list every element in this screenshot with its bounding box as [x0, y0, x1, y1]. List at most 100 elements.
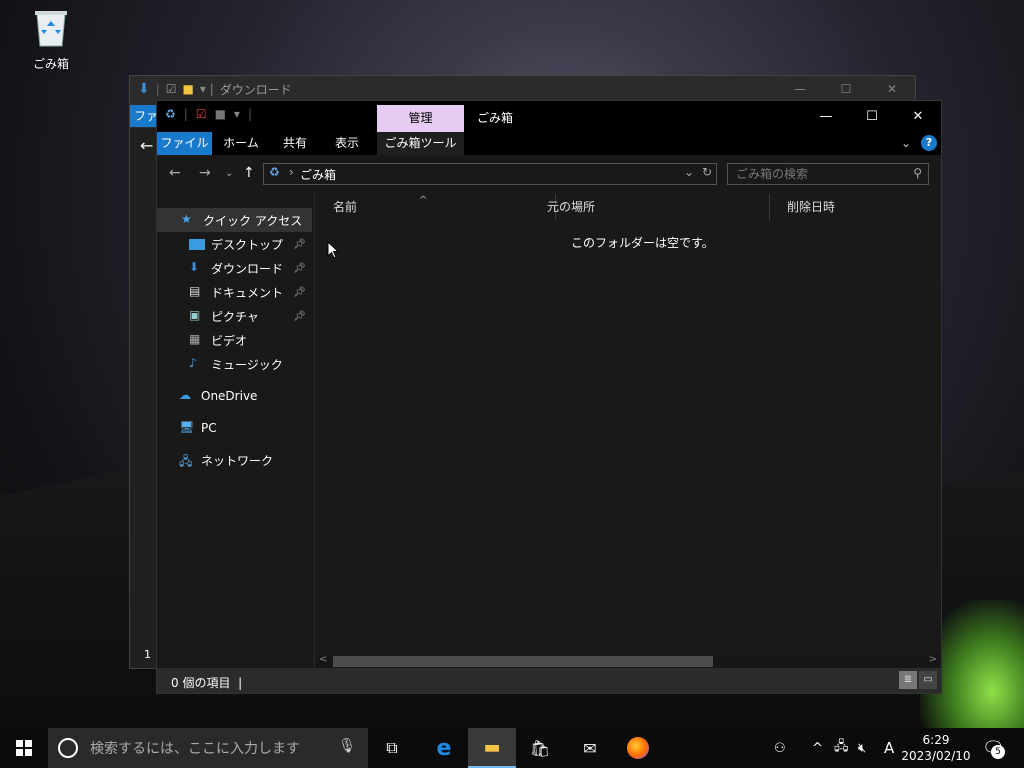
manage-context-tab[interactable]: 管理 [377, 105, 464, 132]
taskbar-mail[interactable]: ✉ [566, 728, 614, 768]
qa-customize-icon[interactable]: ▾ [234, 107, 240, 121]
chevron-up-icon: ^ [812, 740, 823, 756]
empty-folder-message: このフォルダーは空です。 [571, 236, 714, 250]
minimize-button[interactable]: — [803, 101, 849, 132]
taskbar-store[interactable]: 🛍︎ [516, 728, 564, 768]
task-view-button[interactable]: ⧉ [368, 728, 416, 768]
windows-logo-icon [16, 740, 32, 756]
star-icon: ★ [181, 212, 192, 226]
people-button[interactable]: ⚇ [774, 728, 786, 768]
sidebar-item-desktop[interactable]: デスクトップ 📌︎ [157, 232, 312, 256]
recycle-bin-label: ごみ箱 [32, 57, 69, 71]
document-icon: ▤ [189, 284, 201, 298]
back-status-fragment: 1 [144, 648, 151, 661]
download-icon: ⬇ [189, 260, 200, 274]
taskbar-edge[interactable]: e [420, 728, 468, 768]
task-view-icon: ⧉ [386, 738, 398, 757]
sidebar-item-music[interactable]: ♪ ミュージック [157, 352, 312, 376]
network-status[interactable]: 🖧︎ [834, 728, 849, 768]
firefox-icon [627, 737, 649, 759]
microphone-icon[interactable]: 🎙︎ [338, 738, 356, 754]
column-label: 元の場所 [547, 200, 596, 214]
back-icon[interactable]: ← [169, 165, 181, 181]
back-arrow-icon[interactable]: ← [140, 136, 156, 155]
computer-icon: 🖥︎ [179, 420, 195, 434]
recycle-bin-window[interactable]: ♻ | ☑ ■ ▾ | 管理 ごみ箱 — ☐ ✕ ファイル ホーム 共有 表示 … [156, 100, 942, 694]
ime-indicator[interactable]: A [884, 728, 894, 768]
sidebar-label: デスクトップ [211, 237, 284, 252]
folder-icon: ■ [182, 82, 194, 96]
details-view-icon[interactable]: ≣ [899, 671, 917, 689]
column-header-date-deleted[interactable]: 削除日時 [779, 194, 927, 220]
pin-icon[interactable]: 📌︎ [293, 239, 306, 250]
sidebar-item-documents[interactable]: ▤ ドキュメント 📌︎ [157, 280, 312, 304]
help-icon[interactable]: ? [921, 135, 937, 151]
taskbar-firefox[interactable] [614, 728, 662, 768]
horizontal-scrollbar[interactable]: < > [315, 654, 941, 668]
pin-icon[interactable]: 📌︎ [293, 263, 306, 274]
expand-ribbon-icon[interactable]: ⌄ [901, 136, 911, 150]
breadcrumb-chevron-icon[interactable]: › [289, 165, 294, 179]
up-icon[interactable]: ↑ [243, 165, 255, 181]
back-minimize-button[interactable]: — [777, 82, 823, 96]
sidebar-item-pc[interactable]: 🖥︎ PC [157, 416, 312, 440]
back-nav-strip: ← 1 [130, 128, 156, 668]
tab-recycle-bin-tools[interactable]: ごみ箱ツール [377, 132, 464, 155]
music-icon: ♪ [189, 356, 197, 370]
clock[interactable]: 6:29 2023/02/10 [900, 732, 972, 764]
back-titlebar: ⬇ | ☑ ■ ▾ | ダウンロード — ☐ ✕ [130, 76, 915, 102]
address-bar[interactable]: ♻ › ごみ箱 ⌄ ↻ [263, 163, 717, 185]
clock-time: 6:29 [922, 733, 950, 747]
back-close-button[interactable]: ✕ [869, 82, 915, 96]
scroll-right-icon[interactable]: > [929, 654, 937, 665]
sidebar-label: ビデオ [211, 333, 248, 348]
desktop-recycle-bin[interactable]: ごみ箱 [24, 8, 78, 72]
tab-view[interactable]: 表示 [325, 132, 369, 155]
tab-file[interactable]: ファイル [157, 132, 212, 155]
volume-status[interactable]: 🔇︎ [858, 728, 866, 768]
sidebar-item-onedrive[interactable]: ☁ OneDrive [157, 384, 312, 408]
maximize-button[interactable]: ☐ [849, 101, 895, 132]
new-folder-button[interactable]: ■ [215, 107, 226, 121]
column-header-original-location[interactable]: 元の場所 [539, 194, 770, 220]
tab-share[interactable]: 共有 [273, 132, 317, 155]
window-title: ごみ箱 [477, 111, 514, 125]
address-dropdown-icon[interactable]: ⌄ [684, 165, 694, 179]
tab-home[interactable]: ホーム [219, 132, 263, 155]
sidebar-item-quick-access[interactable]: ★ クイック アクセス [157, 208, 312, 232]
show-hidden-icons-button[interactable]: ^ [812, 728, 823, 768]
column-header-name[interactable]: ^ 名前 [315, 194, 556, 220]
file-list[interactable]: ^ 名前 元の場所 削除日時 このフォルダーは空です。 [315, 192, 941, 668]
taskbar-file-explorer[interactable]: ▬ [468, 728, 516, 768]
navigation-bar: ← → ⌄ ↑ ♻ › ごみ箱 ⌄ ↻ ⚲ [157, 155, 941, 192]
recent-locations-icon[interactable]: ⌄ [225, 168, 233, 179]
address-recycle-icon: ♻ [269, 165, 280, 179]
pin-icon[interactable]: 📌︎ [293, 287, 306, 298]
forward-icon[interactable]: → [199, 165, 211, 181]
close-button[interactable]: ✕ [895, 101, 941, 132]
search-box[interactable]: ⚲ [727, 163, 929, 185]
address-path[interactable]: ごみ箱 [300, 166, 336, 183]
taskbar-search-input[interactable] [88, 738, 332, 760]
sidebar-item-downloads[interactable]: ⬇ ダウンロード 📌︎ [157, 256, 312, 280]
scrollbar-thumb[interactable] [333, 656, 713, 667]
large-icons-view-icon[interactable]: ▭ [919, 671, 937, 689]
start-button[interactable] [0, 728, 48, 768]
scroll-left-icon[interactable]: < [319, 654, 327, 665]
refresh-icon[interactable]: ↻ [702, 165, 712, 179]
sidebar-item-network[interactable]: 🖧︎ ネットワーク [157, 448, 312, 472]
titlebar: ♻ | ☑ ■ ▾ | 管理 ごみ箱 — ☐ ✕ [157, 101, 941, 132]
sidebar-item-pictures[interactable]: ▣ ピクチャ 📌︎ [157, 304, 312, 328]
network-tray-icon: 🖧︎ [834, 739, 849, 754]
search-input[interactable] [728, 164, 908, 184]
back-maximize-button[interactable]: ☐ [823, 82, 869, 96]
volume-muted-icon: 🔇︎ [858, 740, 867, 756]
taskbar-search[interactable]: 🎙︎ [48, 728, 368, 768]
cloud-icon: ☁ [179, 388, 191, 402]
properties-button[interactable]: ☑ [196, 107, 207, 121]
pin-icon[interactable]: 📌︎ [293, 311, 306, 322]
sidebar-label: ダウンロード [211, 261, 284, 276]
search-icon[interactable]: ⚲ [913, 166, 922, 180]
sidebar-item-videos[interactable]: ▦ ビデオ [157, 328, 312, 352]
action-center-button[interactable]: 🗨︎ 5 [982, 738, 1005, 759]
